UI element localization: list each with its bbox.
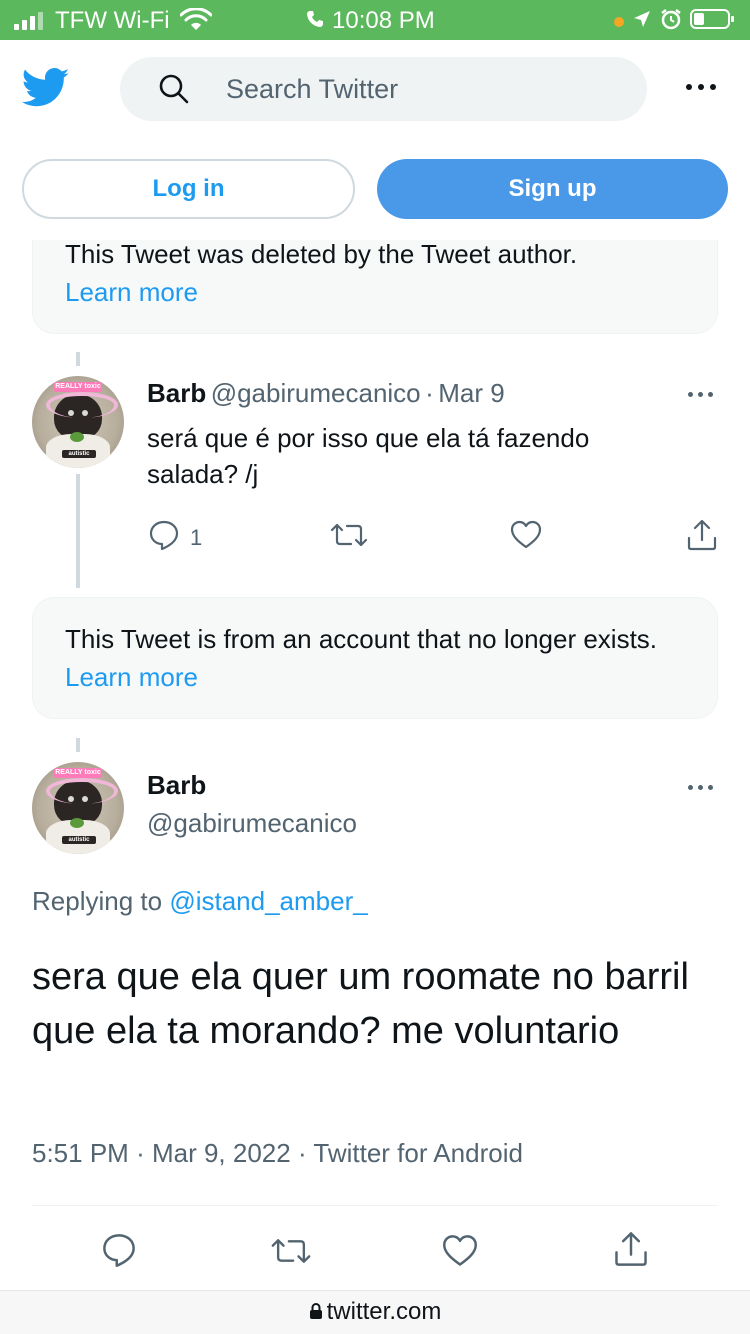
replying-to-link[interactable]: @istand_amber_ [169,886,367,916]
search-icon [158,73,190,110]
status-bar: TFW Wi-Fi 10:08 PM [0,0,750,40]
learn-more-link[interactable]: Learn more [65,273,685,311]
auth-row: Log in Sign up [0,140,750,240]
replying-to: Replying to @istand_amber_ [32,886,368,917]
wifi-icon [179,7,213,37]
replying-prefix: Replying to [32,886,163,916]
browser-url-bar[interactable]: twitter.com [0,1290,750,1334]
carrier-label: TFW Wi-Fi [55,7,170,34]
lock-icon [309,1292,323,1334]
recording-dot-icon [614,16,624,27]
separator-dot: · [297,1138,307,1168]
avatar[interactable]: REALLY toxic autistic [32,762,124,854]
retweet-icon [330,521,368,555]
thread-connector [76,474,80,588]
user-handle[interactable]: @gabirumecanico [147,808,357,839]
heart-icon [510,520,542,556]
phone-icon [306,7,324,35]
tweet-date[interactable]: Mar 9 [438,378,504,408]
reply-count: 1 [190,525,203,550]
avatar-top-tag: REALLY toxic [54,768,102,778]
share-action[interactable] [686,518,718,558]
share-icon [613,1230,649,1274]
user-handle[interactable]: @gabirumecanico [211,378,421,408]
avatar-top-tag: REALLY toxic [54,382,102,392]
reply-action[interactable] [101,1232,137,1274]
avatar-bottom-tag: autistic [62,450,96,458]
display-name[interactable]: Barb [147,378,206,408]
deleted-notice-text: This Tweet was deleted by the Tweet auth… [65,239,578,269]
missing-notice-text: This Tweet is from an account that no lo… [65,624,658,654]
tweet-date[interactable]: Mar 9, 2022 [152,1138,291,1168]
reply-icon [148,519,180,557]
share-icon [686,518,718,558]
reply-icon [101,1232,137,1274]
like-action[interactable] [510,520,542,556]
share-action[interactable] [613,1230,649,1274]
reply-action[interactable]: 1 [148,519,202,557]
tweet-header: Barb @gabirumecanico · Mar 9 [147,378,505,409]
thread-connector [76,352,80,366]
heart-icon [442,1234,478,1274]
login-button[interactable]: Log in [22,159,355,219]
tweet-text: será que é por isso que ela tá fazendo s… [147,423,590,489]
display-name[interactable]: Barb [147,770,206,801]
search-placeholder: Search Twitter [226,74,399,104]
separator-dot: · [425,378,434,408]
url-text: twitter.com [326,1298,442,1325]
tweet-meta: 5:51 PM · Mar 9, 2022 · Twitter for Andr… [32,1138,523,1169]
search-input[interactable]: Search Twitter [120,57,647,121]
alarm-icon [660,8,682,35]
tweet-more-icon[interactable] [688,392,713,397]
top-header: Search Twitter [0,40,750,140]
location-arrow-icon [632,9,652,34]
tweet-time[interactable]: 5:51 PM [32,1138,129,1168]
retweet-action[interactable] [330,521,368,555]
twitter-logo-icon[interactable] [21,68,70,113]
thread-connector [76,738,80,752]
battery-icon [690,8,736,35]
clock-time: 10:08 PM [332,7,435,34]
tweet-source[interactable]: Twitter for Android [313,1138,523,1168]
avatar-bottom-tag: autistic [62,836,96,844]
more-options-icon[interactable] [686,84,716,90]
signal-icon [14,12,43,30]
separator-dot: · [136,1138,145,1168]
retweet-icon [270,1236,312,1272]
divider [32,1205,718,1206]
tweet-more-icon[interactable] [688,785,713,790]
retweet-action[interactable] [270,1236,312,1272]
learn-more-link[interactable]: Learn more [65,662,198,692]
avatar[interactable]: REALLY toxic autistic [32,376,124,468]
like-action[interactable] [442,1234,478,1274]
missing-account-notice: This Tweet is from an account that no lo… [32,597,718,719]
tweet-text: sera que ela quer um roomate no barril q… [32,956,689,1052]
signup-button[interactable]: Sign up [377,159,728,219]
